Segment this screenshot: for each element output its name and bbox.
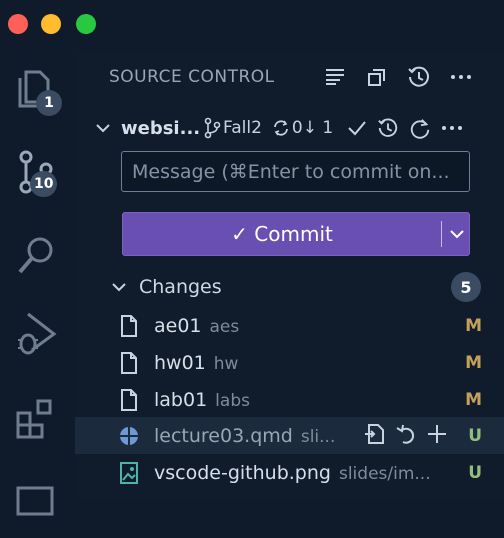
collapse-all-button[interactable]	[364, 64, 390, 90]
ellipsis-icon	[451, 75, 471, 79]
file-icon	[121, 352, 137, 374]
search-icon	[18, 237, 53, 274]
more-actions-button[interactable]	[448, 64, 474, 90]
run-debug-icon	[18, 312, 57, 355]
file-name: ae01	[154, 314, 202, 337]
commit-message-input[interactable]: Message (⌘Enter to commit on...	[121, 151, 470, 192]
view-as-list-button[interactable]	[322, 64, 348, 90]
branch-picker[interactable]: Fall2	[203, 117, 262, 139]
ellipsis-icon[interactable]	[441, 125, 463, 131]
panel-toolbar	[322, 64, 474, 90]
sync-icon	[274, 120, 288, 136]
chevron-down-icon	[112, 283, 126, 292]
activity-bar: 1 10	[0, 50, 75, 516]
collapse-icon	[368, 69, 385, 86]
file-dir: labs	[215, 390, 250, 411]
changes-label: Changes	[139, 276, 222, 298]
list-item[interactable]: hw01 hw M	[75, 344, 504, 381]
commit-divider	[441, 221, 442, 247]
close-window-button[interactable]	[8, 14, 28, 34]
discard-changes-icon[interactable]	[394, 422, 418, 446]
file-icon	[121, 389, 137, 411]
commit-button-group: ✓ Commit	[122, 212, 470, 256]
explorer-badge: 1	[36, 90, 62, 116]
sync-status[interactable]: 0↓ 1	[272, 118, 333, 138]
repository-name: websi...	[121, 117, 201, 139]
chevron-down-icon	[96, 124, 110, 133]
status-badge: U	[468, 425, 482, 446]
file-name: vscode-github.png	[154, 461, 331, 484]
stage-changes-icon[interactable]	[425, 422, 449, 446]
file-name: hw01	[154, 351, 206, 374]
activity-search[interactable]	[0, 222, 75, 292]
status-badge: M	[465, 352, 482, 373]
activity-extensions[interactable]	[0, 385, 75, 455]
commit-check-icon[interactable]	[347, 119, 367, 137]
history-icon	[408, 66, 429, 87]
list-item[interactable]: lab01 labs M	[75, 381, 504, 418]
changes-group-header[interactable]: Changes	[111, 272, 491, 302]
file-name: lecture03.qmd	[154, 424, 293, 447]
quarto-file-icon	[120, 427, 138, 445]
changes-count-badge: 5	[451, 272, 481, 302]
file-icon	[121, 315, 137, 337]
zoom-window-button[interactable]	[76, 14, 96, 34]
file-name: lab01	[154, 388, 208, 411]
branch-icon	[204, 117, 221, 139]
refresh-icon[interactable]	[409, 117, 431, 139]
activity-source-control[interactable]: 10	[0, 137, 75, 207]
status-badge: M	[465, 389, 482, 410]
history-icon[interactable]	[377, 117, 399, 139]
image-file-icon	[120, 462, 138, 484]
row-actions	[363, 422, 449, 446]
commit-options-button[interactable]	[443, 213, 470, 255]
activity-explorer[interactable]: 1	[0, 56, 75, 126]
repository-row[interactable]: websi... Fall2 0↓ 1	[95, 114, 495, 142]
history-button[interactable]	[406, 64, 432, 90]
file-dir: slides/im...	[338, 463, 431, 484]
list-item[interactable]: vscode-github.png slides/im... U	[75, 454, 504, 491]
activity-remote[interactable]	[0, 468, 75, 538]
list-icon	[326, 69, 344, 85]
file-dir: sli...	[300, 426, 336, 447]
activity-run-debug[interactable]	[0, 300, 75, 370]
status-badge: U	[468, 462, 482, 483]
remote-explorer-icon	[16, 486, 54, 516]
extensions-icon	[16, 399, 52, 439]
chevron-down-icon	[449, 230, 464, 239]
panel-title: SOURCE CONTROL	[109, 67, 275, 87]
file-dir: hw	[213, 353, 239, 374]
file-dir: aes	[209, 316, 240, 337]
commit-message-placeholder: Message (⌘Enter to commit on...	[132, 160, 450, 183]
source-control-panel: SOURCE CONTROL websi... Fall2 0↓ 1 Messa…	[75, 50, 504, 498]
title-bar	[0, 0, 504, 50]
commit-button[interactable]: ✓ Commit	[123, 213, 441, 255]
list-item[interactable]: ae01 aes M	[75, 307, 504, 344]
list-item[interactable]: lecture03.qmd sli... U	[75, 417, 504, 454]
branch-name: Fall2	[223, 118, 262, 138]
sync-counts: 0↓ 1	[291, 118, 334, 138]
open-file-icon[interactable]	[363, 422, 387, 446]
status-badge: M	[465, 315, 482, 336]
minimize-window-button[interactable]	[41, 14, 61, 34]
